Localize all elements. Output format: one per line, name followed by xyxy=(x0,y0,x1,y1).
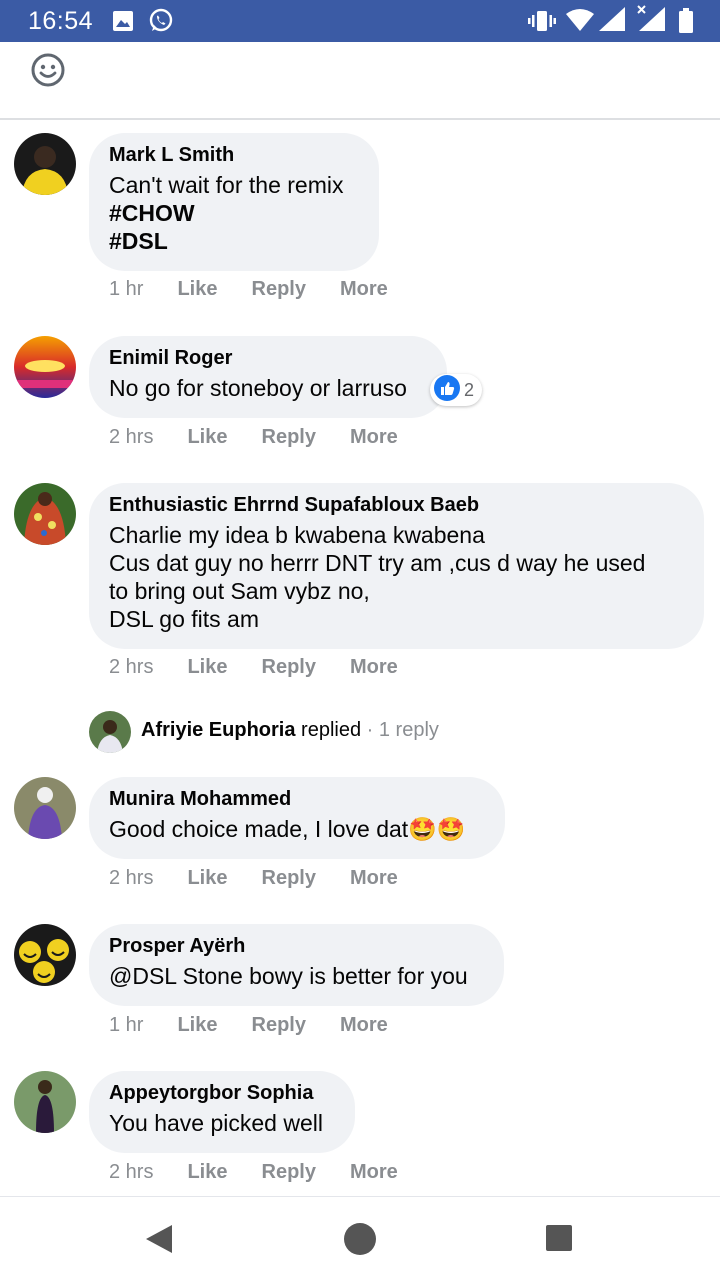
comment-actions: 2 hrs Like Reply More xyxy=(109,867,432,890)
reply-button[interactable]: Reply xyxy=(252,1014,306,1037)
comment-actions: 1 hr Like Reply More xyxy=(109,1014,422,1037)
comment-time: 2 hrs xyxy=(109,867,154,889)
avatar[interactable] xyxy=(14,1071,76,1133)
more-button[interactable]: More xyxy=(350,1161,398,1184)
reply-separator: · xyxy=(361,719,379,741)
avatar[interactable] xyxy=(14,777,76,839)
signal-x-icon xyxy=(636,4,666,37)
like-button[interactable]: Like xyxy=(187,426,227,449)
more-button[interactable]: More xyxy=(340,278,388,301)
signal-icon xyxy=(598,6,626,37)
comment-line: to bring out Sam vybz no, xyxy=(109,578,370,604)
like-button[interactable]: Like xyxy=(177,278,217,301)
view-replies-link[interactable]: Afriyie Euphoria replied · 1 reply xyxy=(89,709,649,753)
avatar[interactable] xyxy=(14,924,76,986)
comment-time: 2 hrs xyxy=(109,656,154,678)
reply-author: Afriyie Euphoria xyxy=(141,719,296,741)
smiley-icon[interactable] xyxy=(30,52,66,93)
hashtag-link[interactable]: #CHOW xyxy=(109,199,359,227)
image-icon xyxy=(112,10,134,37)
reaction-badge[interactable]: 2 xyxy=(430,374,483,407)
comment-time: 2 hrs xyxy=(109,426,154,448)
comment-bubble: Mark L Smith Can't wait for the remix #C… xyxy=(89,133,379,271)
more-button[interactable]: More xyxy=(340,1014,388,1037)
comment-author[interactable]: Mark L Smith xyxy=(109,143,359,167)
reaction-count: 2 xyxy=(464,379,475,400)
comment-text: Can't wait for the remix #CHOW #DSL xyxy=(109,171,359,255)
reply-button[interactable]: Reply xyxy=(262,867,316,890)
comment-line: Can't wait for the remix xyxy=(109,172,344,198)
comment-author[interactable]: Prosper Ayërh xyxy=(109,934,484,958)
like-reaction-icon xyxy=(433,374,461,407)
hashtag-link[interactable]: #DSL xyxy=(109,227,359,255)
reply-button[interactable]: Reply xyxy=(252,278,306,301)
comment-actions: 2 hrs Like Reply More xyxy=(109,1161,432,1184)
status-bar: 16:54 xyxy=(0,0,720,42)
reply-button[interactable]: Reply xyxy=(262,1161,316,1184)
status-time: 16:54 xyxy=(28,7,94,35)
more-button[interactable]: More xyxy=(350,426,398,449)
avatar[interactable] xyxy=(14,133,76,195)
comment-bubble: Prosper Ayërh @DSL Stone bowy is better … xyxy=(89,924,504,1006)
navigation-bar xyxy=(0,1196,720,1281)
avatar[interactable] xyxy=(14,336,76,398)
like-button[interactable]: Like xyxy=(177,1014,217,1037)
comment-bubble: Enimil Roger No go for stoneboy or larru… xyxy=(89,336,447,418)
comment-author[interactable]: Munira Mohammed xyxy=(109,787,485,811)
like-button[interactable]: Like xyxy=(187,656,227,679)
comment-line: DSL go fits am xyxy=(109,606,259,632)
comment-author[interactable]: Enthusiastic Ehrrnd Supafabloux Baeb xyxy=(109,493,684,517)
comment-bubble: Appeytorgbor Sophia You have picked well xyxy=(89,1071,355,1153)
comment-time: 1 hr xyxy=(109,1014,144,1036)
comment-line: @DSL Stone bowy is better for you xyxy=(109,963,468,989)
more-button[interactable]: More xyxy=(350,656,398,679)
reply-button[interactable]: Reply xyxy=(262,426,316,449)
comment-author[interactable]: Appeytorgbor Sophia xyxy=(109,1081,335,1105)
comment-composer-bar xyxy=(0,42,720,120)
whatsapp-icon xyxy=(148,8,174,39)
vibrate-icon xyxy=(528,10,556,37)
more-button[interactable]: More xyxy=(350,867,398,890)
back-icon[interactable] xyxy=(144,1223,174,1260)
reply-summary: Afriyie Euphoria replied · 1 reply xyxy=(141,719,439,742)
comment-text: Good choice made, I love dat🤩🤩 xyxy=(109,816,466,842)
comment-text: Charlie my idea b kwabena kwabena Cus da… xyxy=(109,521,684,633)
comment-bubble: Munira Mohammed Good choice made, I love… xyxy=(89,777,505,859)
comment-text: @DSL Stone bowy is better for you xyxy=(109,962,484,990)
avatar[interactable] xyxy=(14,483,76,545)
home-icon[interactable] xyxy=(343,1222,377,1261)
wifi-icon xyxy=(566,8,594,37)
comment-actions: 2 hrs Like Reply More xyxy=(109,426,432,449)
comment-text: You have picked well xyxy=(109,1110,323,1136)
recents-icon[interactable] xyxy=(545,1224,573,1257)
reply-button[interactable]: Reply xyxy=(262,656,316,679)
comment-text: No go for stoneboy or larruso xyxy=(109,375,407,401)
comment-bubble: Enthusiastic Ehrrnd Supafabloux Baeb Cha… xyxy=(89,483,704,649)
comment-line: Charlie my idea b kwabena kwabena xyxy=(109,522,485,548)
reply-count: 1 reply xyxy=(378,719,439,741)
comment-author[interactable]: Enimil Roger xyxy=(109,346,427,370)
comment-actions: 1 hr Like Reply More xyxy=(109,278,422,301)
comment-actions: 2 hrs Like Reply More xyxy=(109,656,432,679)
comment-line: Cus dat guy no herrr DNT try am ,cus d w… xyxy=(109,550,646,576)
like-button[interactable]: Like xyxy=(187,867,227,890)
comment-time: 2 hrs xyxy=(109,1161,154,1183)
reply-verb: replied xyxy=(301,719,362,741)
battery-icon xyxy=(678,8,694,39)
like-button[interactable]: Like xyxy=(187,1161,227,1184)
comment-time: 1 hr xyxy=(109,278,144,300)
avatar xyxy=(89,711,131,753)
